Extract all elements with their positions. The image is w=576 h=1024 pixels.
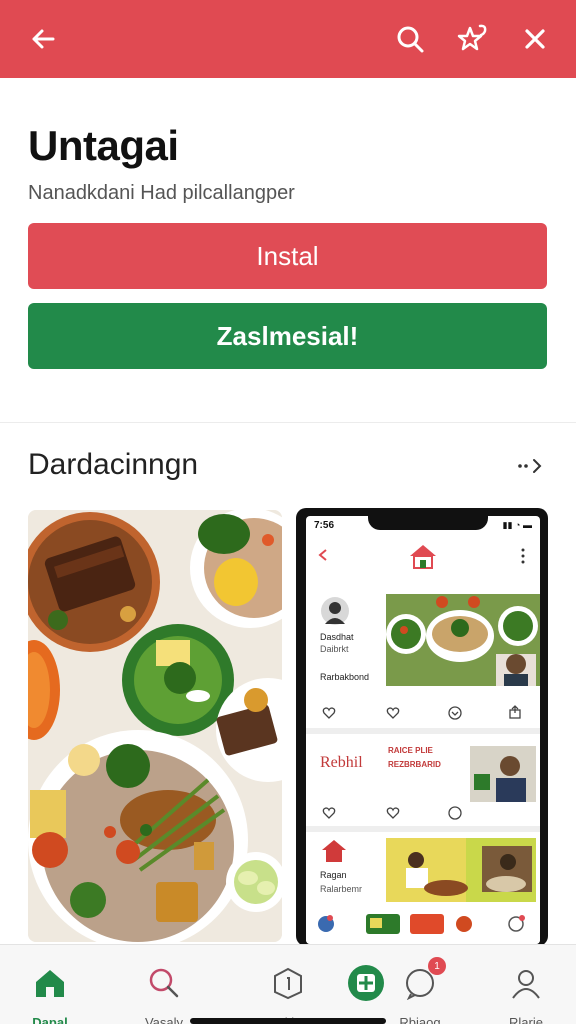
store-logo-icon xyxy=(410,545,436,569)
home-indicator[interactable] xyxy=(190,1018,386,1024)
row3-title: Rebhil xyxy=(320,754,363,771)
heart-icon xyxy=(386,807,400,819)
install-button[interactable]: Instal xyxy=(28,223,547,289)
person-photo xyxy=(470,746,536,802)
food-bowl-photo xyxy=(386,594,540,686)
top-app-bar xyxy=(0,0,576,78)
wishlist-button[interactable] xyxy=(452,18,494,60)
search-icon xyxy=(144,963,184,1003)
phone-separator xyxy=(306,728,540,734)
user-icon xyxy=(506,963,546,1003)
chevron-circle-icon xyxy=(448,706,462,720)
phone-feed-row-1: Dasdhat Daibrkt Rarbakbond xyxy=(306,586,540,698)
cube-icon xyxy=(268,963,308,1003)
phone-screen: 7:56 ▮▮ ◔ ▬ Dasdhat Daibrkt Rarbakbond R… xyxy=(306,516,540,944)
phone-bottom-bar xyxy=(306,906,540,944)
secondary-action-button[interactable]: Zaslmesial! xyxy=(28,303,547,369)
app-title: Untagai xyxy=(28,122,179,169)
search-icon xyxy=(397,26,424,53)
arrow-left-icon xyxy=(32,29,55,49)
heart-icon xyxy=(322,807,336,819)
phone-action-row-1 xyxy=(306,700,540,728)
home-icon xyxy=(30,963,70,1003)
chevron-right-icon xyxy=(518,459,542,473)
row4-line: Ralarbemr xyxy=(320,884,363,894)
phone-feed-row-2: Rebhil RAICE PLIE REZBRBARID xyxy=(306,736,540,802)
phone-separator xyxy=(306,826,540,832)
heart-icon xyxy=(322,707,336,719)
store-logo-icon xyxy=(322,840,346,862)
arrow-left-icon xyxy=(318,549,327,561)
back-button[interactable] xyxy=(22,18,64,60)
phone-app-header xyxy=(306,538,540,584)
phone-status-icons: ▮▮ ◔ ▬ xyxy=(502,520,532,530)
share-icon xyxy=(509,705,521,719)
row3-text2: REZBRBARID xyxy=(388,760,441,769)
nav-item-home[interactable]: Dapal xyxy=(10,955,90,1024)
avatar-icon xyxy=(321,597,349,625)
row1-name: Dasdhat xyxy=(320,632,354,642)
phone-notch xyxy=(368,516,488,530)
app-header-card: Untagai Nanadkdani Had pilcallangper Ins… xyxy=(0,78,576,423)
row4-title: Ragan xyxy=(320,870,347,880)
row3-text: RAICE PLIE xyxy=(388,746,433,755)
phone-feed-row-3: Ragan Ralarbemr xyxy=(306,834,540,904)
nav-item-search[interactable]: Vasaly xyxy=(124,955,204,1024)
notification-badge: 1 xyxy=(428,957,446,975)
section-title: Dardacinngn xyxy=(28,448,199,481)
row2-label: Rarbakbond xyxy=(320,672,370,682)
close-icon xyxy=(525,29,545,49)
phone-status-time: 7:56 xyxy=(314,520,335,531)
phone-action-row-2 xyxy=(306,802,540,826)
nav-item-profile[interactable]: Rlarie xyxy=(486,955,566,1024)
nav-label-home: Dapal xyxy=(32,1015,68,1024)
star-plus-icon xyxy=(457,24,487,51)
close-button[interactable] xyxy=(514,18,556,60)
section-more-button[interactable] xyxy=(512,452,548,480)
food-photo-image xyxy=(28,510,282,942)
nav-item-messages[interactable]: 1 Rbiaog xyxy=(380,955,460,1024)
heart-icon xyxy=(386,707,400,719)
chevron-circle-icon xyxy=(448,806,462,820)
row1-line2: Daibrkt xyxy=(320,644,349,654)
screenshot-food-photo[interactable] xyxy=(28,510,282,942)
phone-tab-icons xyxy=(318,914,525,934)
screenshot-phone-mockup[interactable]: 7:56 ▮▮ ◔ ▬ Dasdhat Daibrkt Rarbakbond R… xyxy=(296,508,548,946)
nav-label-profile: Rlarie xyxy=(509,1015,543,1024)
screenshots-section-header: Dardacinngn xyxy=(0,430,576,500)
search-button[interactable] xyxy=(389,18,431,60)
app-subtitle: Nanadkdani Had pilcallangper xyxy=(28,182,295,204)
nav-item-apps[interactable]: Hkly xyxy=(248,955,328,1024)
nav-label-messages: Rbiaog xyxy=(399,1015,441,1024)
more-vertical-icon xyxy=(521,548,525,564)
restaurant-photo xyxy=(386,838,536,902)
bottom-navigation: Dapal Vasaly Hkly 1 Rbiaog Rlarie xyxy=(0,944,576,1024)
